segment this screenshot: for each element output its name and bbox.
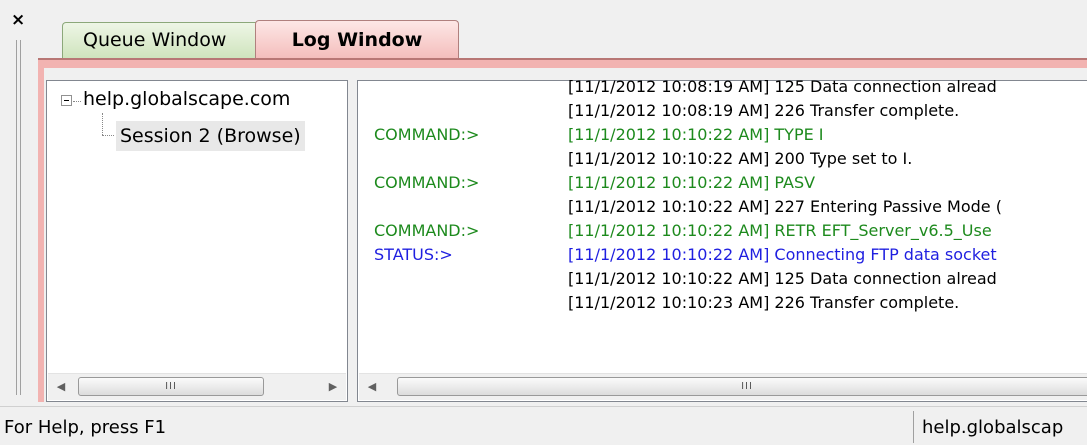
log-entry: [11/1/2012 10:10:22 AM] 227 Entering Pas…: [358, 195, 1087, 219]
log-horizontal-scrollbar[interactable]: ◀ III: [359, 373, 1087, 400]
log-window-frame-left: [38, 60, 44, 402]
tree-connector-line: [102, 113, 103, 135]
log-entry-message: [11/1/2012 10:10:23 AM] 226 Transfer com…: [568, 293, 960, 312]
scroll-right-arrow-icon[interactable]: ▶: [320, 374, 346, 400]
collapse-toggle-icon[interactable]: [61, 95, 72, 106]
log-entry-message: [11/1/2012 10:10:22 AM] 125 Data connect…: [568, 269, 997, 288]
dock-grip-handle[interactable]: [16, 40, 22, 395]
log-entry-message: [11/1/2012 10:08:19 AM] 226 Transfer com…: [568, 101, 960, 120]
tree-horizontal-scrollbar[interactable]: ◀ III ▶: [48, 373, 346, 400]
log-entry: COMMAND:> [11/1/2012 10:10:22 AM] RETR EF…: [358, 219, 1087, 243]
log-entry: [11/1/2012 10:10:23 AM] 226 Transfer com…: [358, 291, 1087, 315]
log-entry-prefix: STATUS:>: [374, 245, 453, 264]
pane-splitter[interactable]: [348, 80, 357, 402]
log-entry: COMMAND:> [11/1/2012 10:10:22 AM] PASV: [358, 171, 1087, 195]
log-entry: [11/1/2012 10:08:19 AM] 125 Data connect…: [358, 75, 1087, 99]
scroll-left-arrow-icon[interactable]: ◀: [48, 374, 74, 400]
tree-node-host[interactable]: help.globalscape.com: [83, 88, 290, 110]
tree-connector-line: [73, 101, 81, 102]
log-entry-prefix: COMMAND:>: [374, 221, 480, 240]
scroll-left-arrow-icon[interactable]: ◀: [359, 374, 385, 400]
log-entry-message: [11/1/2012 10:10:22 AM] 200 Type set to …: [568, 149, 913, 168]
tree-node-session[interactable]: Session 2 (Browse): [116, 121, 305, 151]
tree-connector-line: [102, 135, 114, 136]
scrollbar-thumb[interactable]: III: [397, 377, 1087, 396]
close-pane-button[interactable]: ×: [11, 12, 27, 29]
log-entry-prefix: COMMAND:>: [374, 173, 480, 192]
scrollbar-thumb[interactable]: III: [78, 377, 264, 396]
status-help-text: For Help, press F1: [4, 417, 167, 438]
log-entry-message: [11/1/2012 10:10:22 AM] 227 Entering Pas…: [568, 197, 1002, 216]
log-entry: COMMAND:> [11/1/2012 10:10:22 AM] TYPE I: [358, 123, 1087, 147]
tab-log-window[interactable]: Log Window: [255, 20, 459, 58]
log-entry-message: [11/1/2012 10:10:22 AM] PASV: [568, 173, 816, 192]
log-window-frame: [38, 60, 1087, 68]
log-entry-message: [11/1/2012 10:10:22 AM] Connecting FTP d…: [568, 245, 997, 264]
log-entry-message: [11/1/2012 10:10:22 AM] TYPE I: [568, 125, 824, 144]
log-entry-message: [11/1/2012 10:10:22 AM] RETR EFT_Server_…: [568, 221, 992, 240]
grip-line: [20, 40, 21, 395]
log-entry: [11/1/2012 10:08:19 AM] 226 Transfer com…: [358, 99, 1087, 123]
status-host-text: help.globalscap: [922, 417, 1064, 438]
log-entry: [11/1/2012 10:10:22 AM] 200 Type set to …: [358, 147, 1087, 171]
log-entry: STATUS:> [11/1/2012 10:10:22 AM] Connecti…: [358, 243, 1087, 267]
session-tree-pane: help.globalscape.com Session 2 (Browse) …: [46, 80, 348, 402]
status-bar: For Help, press F1 help.globalscap: [0, 406, 1087, 445]
status-divider: [913, 411, 914, 443]
log-entry-prefix: COMMAND:>: [374, 125, 480, 144]
tab-queue-window[interactable]: Queue Window: [62, 22, 262, 58]
log-pane: [11/1/2012 10:08:19 AM] 125 Data connect…: [357, 77, 1087, 402]
log-entry-message: [11/1/2012 10:08:19 AM] 125 Data connect…: [568, 77, 997, 96]
log-entry: [11/1/2012 10:10:22 AM] 125 Data connect…: [358, 267, 1087, 291]
grip-line: [16, 40, 17, 395]
